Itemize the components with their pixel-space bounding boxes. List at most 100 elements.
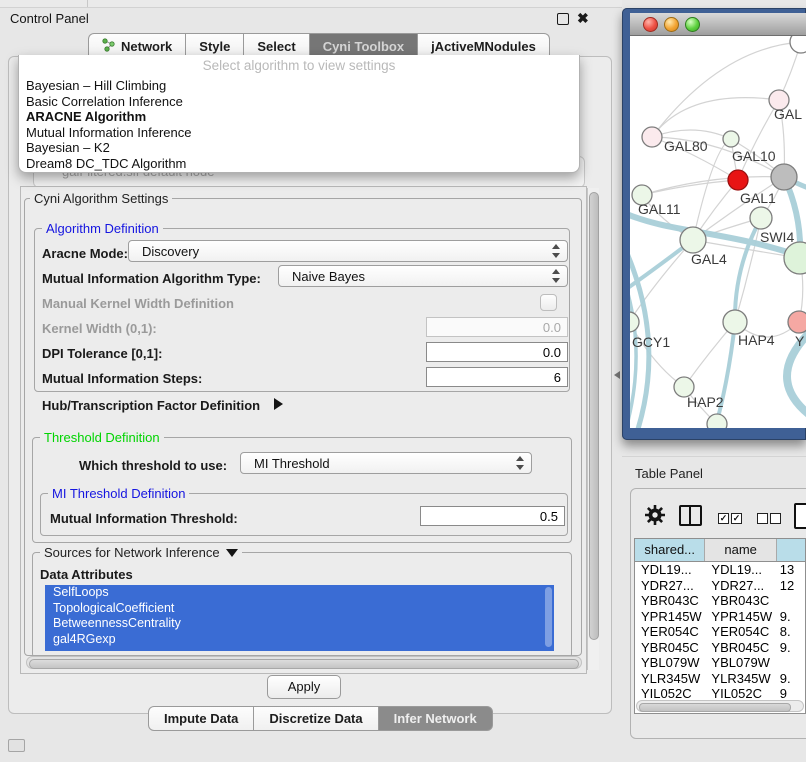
mi-type-combo[interactable]: Naive Bayes xyxy=(278,265,568,287)
deselect-all-icon[interactable] xyxy=(770,513,781,524)
net-node[interactable] xyxy=(790,36,806,53)
mi-threshold-field[interactable]: 0.5 xyxy=(420,506,565,526)
net-node-swi4[interactable] xyxy=(784,242,806,274)
attribute-list-item[interactable]: SelfLoops xyxy=(45,585,554,601)
attribute-list-item[interactable]: TopologicalCoefficient xyxy=(45,601,554,617)
net-node-gal4[interactable] xyxy=(680,227,706,253)
apply-button[interactable]: Apply xyxy=(267,675,341,699)
algorithm-option[interactable]: ARACNE Algorithm xyxy=(19,109,579,125)
close-icon[interactable]: ✖ xyxy=(577,9,589,27)
docked-panel-icon[interactable] xyxy=(8,739,25,752)
node-label: GAL11 xyxy=(638,201,681,217)
deselect-all-icon[interactable] xyxy=(757,513,768,524)
select-all-icon[interactable]: ✓ xyxy=(718,513,729,524)
table-row[interactable]: YLR345WYLR345W9. xyxy=(635,671,805,687)
table-cell xyxy=(777,655,805,671)
dpi-tolerance-field[interactable]: 0.0 xyxy=(426,342,568,362)
vertical-scrollbar[interactable] xyxy=(587,188,599,670)
data-attributes-list: SelfLoopsTopologicalCoefficientBetweenne… xyxy=(45,585,554,651)
table-cell: YBR045C xyxy=(635,640,705,656)
net-node-gal1[interactable] xyxy=(750,207,772,229)
control-panel-title: Control Panel xyxy=(10,11,89,26)
table-cell: YBR043C xyxy=(705,593,776,609)
close-traffic-light[interactable] xyxy=(643,17,658,32)
horizontal-scrollbar[interactable] xyxy=(26,656,582,669)
network-window-titlebar[interactable] xyxy=(630,13,806,36)
float-window-icon[interactable] xyxy=(557,13,569,25)
mi-steps-field[interactable]: 6 xyxy=(426,367,568,387)
table-row[interactable]: YDL19...YDL19...13 xyxy=(635,562,805,578)
cytoscape-desktop: Control Panel ✖ Network Style Select Cyn… xyxy=(0,0,806,762)
net-node[interactable] xyxy=(723,131,739,147)
expand-arrow-icon[interactable] xyxy=(274,398,283,410)
node-label: GAL xyxy=(774,106,802,122)
net-node-gal10[interactable] xyxy=(771,164,797,190)
table-cell: 9. xyxy=(777,640,805,656)
hub-definition-label: Hub/Transcription Factor Definition xyxy=(42,398,260,413)
net-node[interactable] xyxy=(707,414,727,428)
panel-resize-handle[interactable] xyxy=(614,371,620,379)
net-node-y[interactable] xyxy=(788,311,806,333)
manual-kernel-checkbox[interactable] xyxy=(540,294,557,311)
net-node[interactable] xyxy=(728,170,748,190)
stepper-icon xyxy=(552,244,561,258)
mi-threshold-label: Mutual Information Threshold: xyxy=(50,511,238,526)
which-threshold-combo[interactable]: MI Threshold xyxy=(240,452,532,474)
tab-label: Network xyxy=(121,39,172,54)
mi-steps-label: Mutual Information Steps: xyxy=(42,371,202,386)
table-horizontal-scrollbar[interactable] xyxy=(636,700,804,712)
which-threshold-value: MI Threshold xyxy=(254,456,330,471)
table-row[interactable]: YBL079WYBL079W xyxy=(635,655,805,671)
table-cell: YBL079W xyxy=(705,655,776,671)
node-label: HAP2 xyxy=(687,394,724,410)
split-columns-icon[interactable] xyxy=(679,505,702,526)
attribute-list-item[interactable]: BetweennessCentrality xyxy=(45,616,554,632)
table-row[interactable]: YPR145WYPR145W9. xyxy=(635,609,805,625)
aracne-mode-label: Aracne Mode: xyxy=(42,246,128,261)
net-node-gcy1[interactable] xyxy=(630,312,639,332)
node-label: SWI4 xyxy=(760,229,794,245)
gear-icon[interactable] xyxy=(644,504,666,531)
table-cell: 12 xyxy=(777,578,805,594)
document-icon[interactable] xyxy=(794,503,806,529)
minimize-traffic-light[interactable] xyxy=(664,17,679,32)
table-row[interactable]: YER054CYER054C8. xyxy=(635,624,805,640)
algorithm-option[interactable]: Dream8 DC_TDC Algorithm xyxy=(19,156,579,172)
zoom-traffic-light[interactable] xyxy=(685,17,700,32)
table-horizontal-scrollbar-thumb[interactable] xyxy=(639,703,791,712)
tab-label: Select xyxy=(257,39,295,54)
table-row[interactable]: YBR043CYBR043C xyxy=(635,593,805,609)
network-canvas[interactable]: GALGAL80GAL10GAL1GAL11SWI4GAL4GCY1HAP4YH… xyxy=(630,36,806,428)
attribute-list-scrollbar[interactable] xyxy=(545,587,552,647)
node-label: Y xyxy=(795,333,805,349)
attribute-list-item[interactable]: gal4RGexp xyxy=(45,632,554,648)
node-table[interactable]: shared... name YDL19...YDL19...13YDR27..… xyxy=(634,538,806,714)
column-header[interactable] xyxy=(777,539,805,561)
net-node-gal80[interactable] xyxy=(642,127,662,147)
algorithm-option[interactable]: Mutual Information Inference xyxy=(19,125,579,141)
algorithm-option[interactable]: Bayesian – K2 xyxy=(19,140,579,156)
algorithm-option[interactable]: Bayesian – Hill Climbing xyxy=(19,78,579,94)
kernel-width-field[interactable]: 0.0 xyxy=(426,317,568,337)
tab-infer-network[interactable]: Infer Network xyxy=(378,706,493,731)
net-node-hap4[interactable] xyxy=(723,310,747,334)
table-row[interactable]: YDR27...YDR27...12 xyxy=(635,578,805,594)
table-cell: 8. xyxy=(777,624,805,640)
mi-type-label: Mutual Information Algorithm Type: xyxy=(42,271,261,286)
table-row[interactable]: YBR045CYBR045C9. xyxy=(635,640,805,656)
cyni-settings-title: Cyni Algorithm Settings xyxy=(30,191,172,206)
table-cell: YER054C xyxy=(635,624,705,640)
select-all-icon[interactable]: ✓ xyxy=(731,513,742,524)
vertical-scrollbar-thumb[interactable] xyxy=(589,192,599,640)
horizontal-scrollbar-thumb[interactable] xyxy=(29,659,579,669)
collapse-arrow-icon[interactable] xyxy=(226,549,238,557)
tab-impute-data[interactable]: Impute Data xyxy=(148,706,254,731)
algorithm-dropdown-popup: Select algorithm to view settings Bayesi… xyxy=(18,55,580,173)
column-header[interactable]: shared... xyxy=(635,539,705,561)
column-header[interactable]: name xyxy=(705,539,776,561)
aracne-mode-combo[interactable]: Discovery xyxy=(128,240,568,262)
tab-discretize-data[interactable]: Discretize Data xyxy=(253,706,378,731)
algorithm-option[interactable]: Basic Correlation Inference xyxy=(19,94,579,110)
table-cell xyxy=(777,593,805,609)
table-cell: 9. xyxy=(777,609,805,625)
